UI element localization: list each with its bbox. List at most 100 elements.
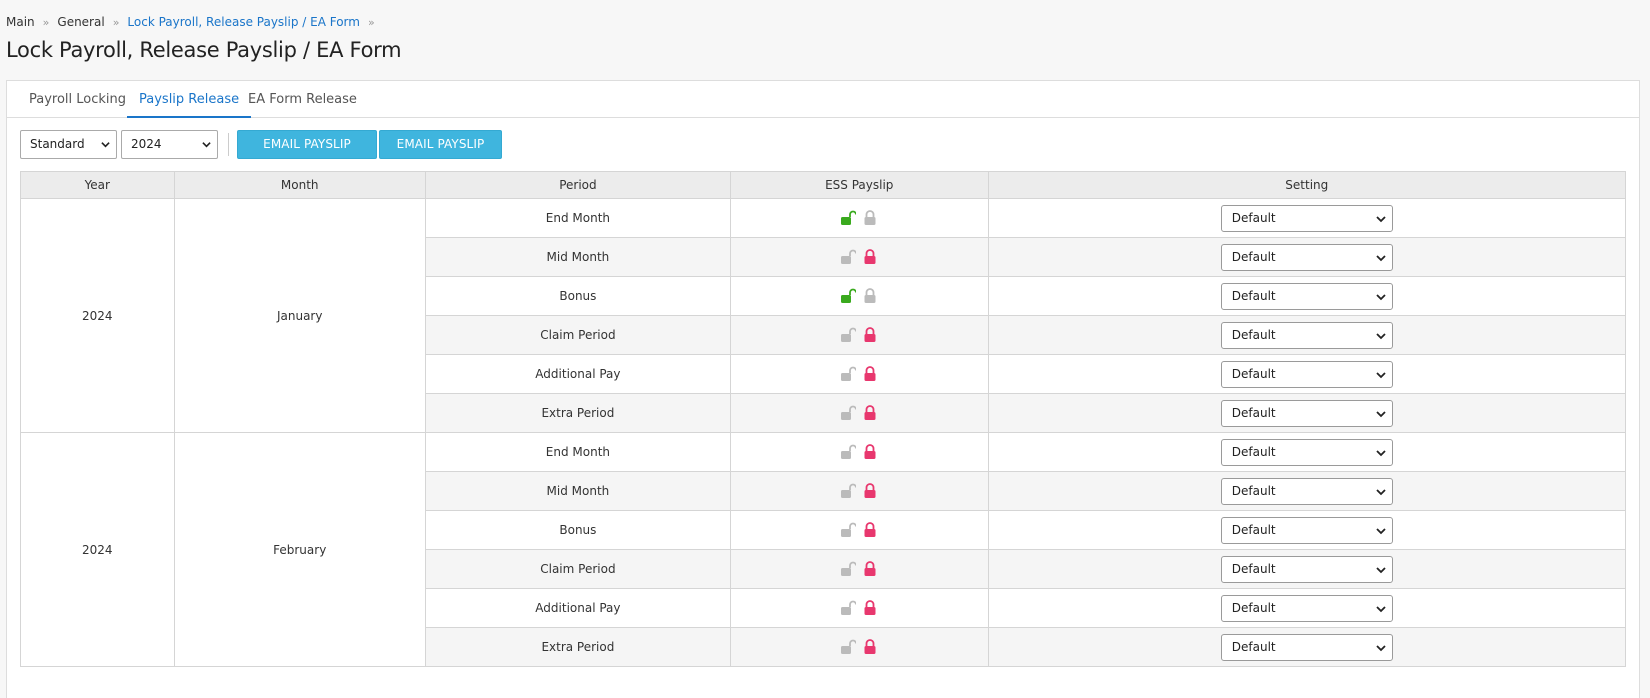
setting-select[interactable]: Default bbox=[1220, 282, 1393, 310]
content-panel: Payroll Locking Payslip Release EA Form … bbox=[6, 80, 1640, 698]
cell-setting: Default bbox=[987, 510, 1627, 550]
chevron-down-icon bbox=[1376, 254, 1386, 261]
setting-select[interactable]: Default bbox=[1220, 399, 1393, 427]
cell-ess-payslip bbox=[729, 471, 989, 511]
chevron-down-icon bbox=[1376, 488, 1386, 495]
cell-period: Claim Period bbox=[424, 549, 731, 589]
unlock-icon[interactable] bbox=[840, 366, 858, 382]
unlock-icon[interactable] bbox=[840, 561, 858, 577]
cell-period: Extra Period bbox=[424, 393, 731, 433]
lock-icon[interactable] bbox=[862, 522, 878, 538]
unlock-icon[interactable] bbox=[840, 639, 858, 655]
header-month: Month bbox=[173, 171, 426, 199]
cell-setting: Default bbox=[987, 354, 1627, 394]
setting-value: Default bbox=[1231, 483, 1276, 498]
setting-select[interactable]: Default bbox=[1220, 555, 1393, 583]
setting-value: Default bbox=[1231, 405, 1276, 420]
cell-setting: Default bbox=[987, 549, 1627, 589]
cell-ess-payslip bbox=[729, 354, 989, 394]
cell-ess-payslip bbox=[729, 588, 989, 628]
unlock-icon[interactable] bbox=[840, 522, 858, 538]
setting-select[interactable]: Default bbox=[1220, 243, 1393, 271]
cell-setting: Default bbox=[987, 315, 1627, 355]
lock-icon[interactable] bbox=[862, 366, 878, 382]
header-setting: Setting bbox=[987, 171, 1627, 199]
setting-select[interactable]: Default bbox=[1220, 633, 1393, 661]
unlock-icon[interactable] bbox=[840, 405, 858, 421]
tab-payslip-release[interactable]: Payslip Release bbox=[127, 81, 252, 118]
lock-icon[interactable] bbox=[862, 600, 878, 616]
setting-select[interactable]: Default bbox=[1220, 438, 1393, 466]
cell-ess-payslip bbox=[729, 276, 989, 316]
breadcrumb: Main » General » Lock Payroll, Release P… bbox=[6, 14, 383, 30]
setting-value: Default bbox=[1231, 522, 1276, 537]
breadcrumb-current[interactable]: Lock Payroll, Release Payslip / EA Form bbox=[127, 15, 360, 29]
breadcrumb-separator-icon: » bbox=[42, 15, 50, 29]
unlock-icon[interactable] bbox=[840, 600, 858, 616]
tab-ea-form-release[interactable]: EA Form Release bbox=[236, 81, 369, 118]
cell-year: 2024 bbox=[20, 432, 175, 667]
unlock-icon[interactable] bbox=[840, 288, 858, 304]
setting-value: Default bbox=[1231, 561, 1276, 576]
setting-select[interactable]: Default bbox=[1220, 516, 1393, 544]
setting-select[interactable]: Default bbox=[1220, 360, 1393, 388]
lock-icon[interactable] bbox=[862, 327, 878, 343]
lock-icon[interactable] bbox=[862, 639, 878, 655]
chevron-down-icon bbox=[1376, 449, 1386, 456]
setting-select[interactable]: Default bbox=[1220, 321, 1393, 349]
cell-setting: Default bbox=[987, 276, 1627, 316]
lock-icon[interactable] bbox=[862, 483, 878, 499]
cell-ess-payslip bbox=[729, 198, 989, 238]
setting-value: Default bbox=[1231, 600, 1276, 615]
cell-period: Claim Period bbox=[424, 315, 731, 355]
unlock-icon[interactable] bbox=[840, 483, 858, 499]
lock-icon[interactable] bbox=[862, 210, 878, 226]
cell-ess-payslip bbox=[729, 627, 989, 667]
chevron-down-icon bbox=[1376, 605, 1386, 612]
cell-ess-payslip bbox=[729, 432, 989, 472]
toolbar-divider bbox=[228, 133, 229, 156]
setting-value: Default bbox=[1231, 639, 1276, 654]
lock-icon[interactable] bbox=[862, 444, 878, 460]
cell-ess-payslip bbox=[729, 393, 989, 433]
unlock-icon[interactable] bbox=[840, 210, 858, 226]
setting-select[interactable]: Default bbox=[1220, 594, 1393, 622]
chevron-down-icon bbox=[1376, 293, 1386, 300]
lock-icon[interactable] bbox=[862, 288, 878, 304]
setting-value: Default bbox=[1231, 288, 1276, 303]
breadcrumb-main[interactable]: Main bbox=[6, 15, 35, 29]
email-payslip-task-button[interactable]: EMAIL PAYSLIP TASK bbox=[379, 130, 502, 178]
cell-period: Mid Month bbox=[424, 471, 731, 511]
email-payslip-setting-button[interactable]: EMAIL PAYSLIP SETTING bbox=[237, 130, 377, 178]
setting-value: Default bbox=[1231, 366, 1276, 381]
breadcrumb-separator-icon: » bbox=[112, 15, 120, 29]
table-header-row: Year Month Period ESS Payslip Setting bbox=[20, 171, 1627, 199]
cell-setting: Default bbox=[987, 471, 1627, 511]
unlock-icon[interactable] bbox=[840, 327, 858, 343]
unlock-icon[interactable] bbox=[840, 444, 858, 460]
payroll-type-select[interactable]: Standard bbox=[20, 130, 117, 159]
cell-period: Extra Period bbox=[424, 627, 731, 667]
lock-icon[interactable] bbox=[862, 249, 878, 265]
setting-value: Default bbox=[1231, 444, 1276, 459]
lock-icon[interactable] bbox=[862, 405, 878, 421]
chevron-down-icon bbox=[101, 142, 110, 148]
breadcrumb-separator-icon: » bbox=[367, 15, 375, 29]
setting-select[interactable]: Default bbox=[1220, 204, 1393, 232]
breadcrumb-general[interactable]: General bbox=[57, 15, 104, 29]
cell-period: End Month bbox=[424, 432, 731, 472]
setting-value: Default bbox=[1231, 327, 1276, 342]
cell-year: 2024 bbox=[20, 198, 175, 433]
setting-select[interactable]: Default bbox=[1220, 477, 1393, 505]
setting-value: Default bbox=[1231, 210, 1276, 225]
year-select[interactable]: 2024 bbox=[121, 130, 218, 159]
cell-month: February bbox=[173, 432, 426, 667]
unlock-icon[interactable] bbox=[840, 249, 858, 265]
year-value: 2024 bbox=[131, 137, 162, 151]
tab-payroll-locking[interactable]: Payroll Locking bbox=[17, 81, 138, 118]
cell-period: Additional Pay bbox=[424, 588, 731, 628]
header-period: Period bbox=[424, 171, 731, 199]
chevron-down-icon bbox=[202, 142, 211, 148]
cell-ess-payslip bbox=[729, 549, 989, 589]
lock-icon[interactable] bbox=[862, 561, 878, 577]
